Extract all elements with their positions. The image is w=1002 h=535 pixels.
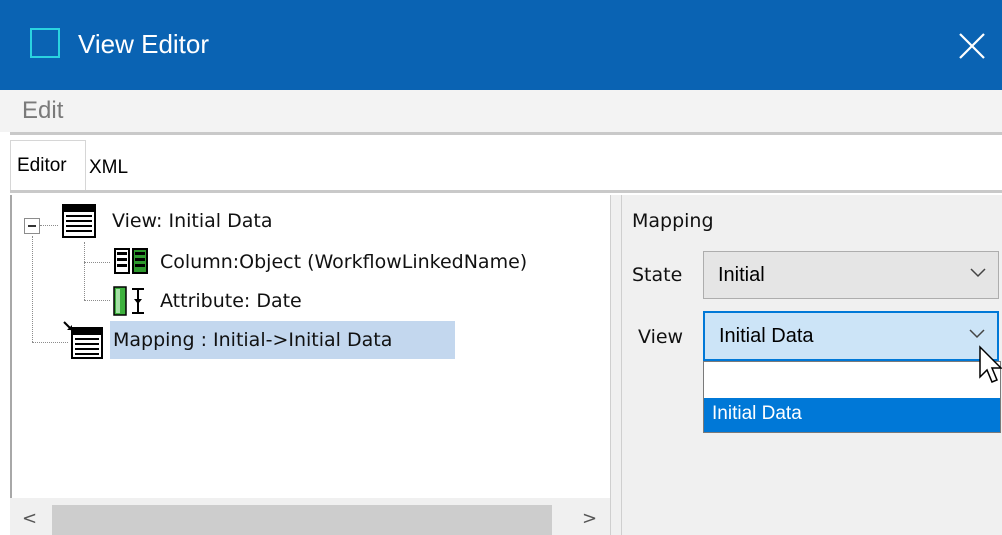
attribute-icon bbox=[113, 286, 144, 316]
menu-item-edit[interactable]: Edit bbox=[22, 96, 63, 126]
tree-line bbox=[40, 225, 58, 226]
close-button[interactable] bbox=[944, 20, 994, 70]
scrollbar-thumb[interactable] bbox=[52, 505, 552, 535]
column-icon bbox=[114, 248, 148, 274]
window-icon bbox=[30, 28, 60, 58]
tab-editor[interactable]: Editor bbox=[10, 140, 86, 190]
tree-line bbox=[84, 262, 110, 263]
tree-node-mapping[interactable]: Mapping : Initial->Initial Data bbox=[113, 327, 392, 353]
view-label: View bbox=[638, 326, 684, 348]
view-select[interactable]: Initial Data bbox=[703, 311, 999, 361]
dropdown-option-initial-data[interactable]: Initial Data bbox=[704, 398, 1000, 432]
state-select[interactable]: Initial bbox=[703, 251, 999, 299]
collapse-toggle[interactable] bbox=[24, 218, 40, 234]
scroll-left-icon[interactable]: < bbox=[22, 508, 37, 529]
dropdown-option-label: Initial Data bbox=[712, 403, 802, 424]
tree-line bbox=[84, 242, 85, 300]
group-label-mapping: Mapping bbox=[632, 210, 714, 232]
state-select-value: Initial bbox=[718, 264, 765, 286]
state-label: State bbox=[632, 264, 683, 286]
menu-separator bbox=[10, 132, 1002, 135]
tree-pane[interactable] bbox=[10, 195, 610, 535]
mapping-icon bbox=[63, 321, 103, 359]
tree-line bbox=[84, 300, 110, 301]
menu-bar bbox=[0, 90, 1002, 132]
tree-node-column[interactable]: Column:Object (WorkflowLinkedName) bbox=[160, 249, 527, 275]
dropdown-option-empty[interactable] bbox=[704, 362, 1000, 398]
tree-line bbox=[32, 236, 33, 342]
scroll-right-icon[interactable]: > bbox=[582, 508, 597, 529]
tab-xml[interactable]: XML bbox=[89, 157, 128, 179]
pane-splitter[interactable] bbox=[610, 195, 622, 535]
close-icon bbox=[959, 33, 985, 59]
tab-separator bbox=[10, 190, 1002, 193]
tree-node-attribute[interactable]: Attribute: Date bbox=[160, 288, 302, 314]
view-table-icon bbox=[62, 204, 96, 238]
view-select-value: Initial Data bbox=[719, 325, 814, 347]
mouse-cursor-icon bbox=[979, 345, 1002, 383]
view-dropdown-list[interactable]: Initial Data bbox=[703, 361, 1001, 433]
window-title: View Editor bbox=[78, 29, 210, 59]
tree-node-view[interactable]: View: Initial Data bbox=[112, 208, 272, 234]
chevron-down-icon bbox=[970, 268, 986, 278]
tab-editor-label: Editor bbox=[17, 155, 67, 176]
chevron-down-icon bbox=[969, 329, 985, 339]
